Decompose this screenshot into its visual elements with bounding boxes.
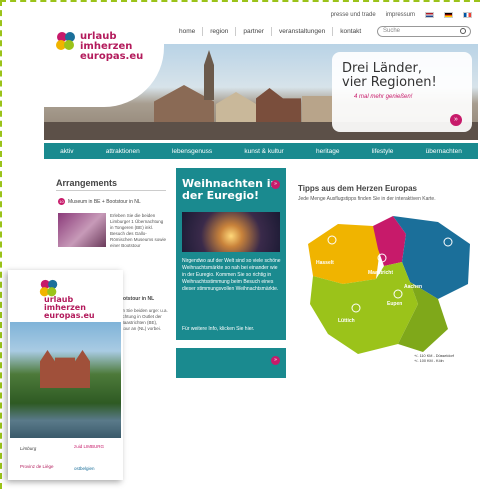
christmas-title: Weihnachten in der Euregio! (182, 177, 279, 202)
search-input[interactable]: Suche (377, 26, 471, 37)
christmas-more-link[interactable]: Für weitere Info, klicken Sie hier. (182, 326, 254, 332)
hero-subtitle: 4 mal mehr genießen! (354, 94, 413, 100)
arrangement-title[interactable]: 10 Museum in BE + Bootstour in NL (58, 198, 141, 205)
brochure-logo-text: urlaub imherzen europas.eu (44, 295, 95, 320)
search-placeholder: Suche (383, 28, 401, 34)
arrangement-number-badge: 10 (58, 198, 65, 205)
arrangement-text: Erleben Sie die beiden Limburge! 1 Übern… (110, 213, 167, 248)
cat-uebernachten[interactable]: übernachten (426, 148, 462, 155)
cat-kunst-kultur[interactable]: kunst & kultur (244, 148, 283, 155)
flag-de-icon[interactable] (444, 12, 453, 18)
castle-photo (10, 322, 121, 438)
partner-logo-ostbelgien: ostbelgien (74, 466, 95, 471)
partner-logo-limburg: Limburg (20, 446, 37, 451)
tips-subtitle: Jede Menge Ausflugstipps finden Sie in d… (298, 196, 436, 202)
partner-logo-liege: Provinz de Liège (20, 464, 54, 469)
cat-aktiv[interactable]: aktiv (60, 148, 73, 155)
nav-contact[interactable]: kontakt (333, 27, 368, 36)
cat-heritage[interactable]: heritage (316, 148, 340, 155)
cat-lebensgenuss[interactable]: lebensgenuss (172, 148, 212, 155)
press-link[interactable]: presse und trade (331, 12, 376, 18)
heart-leaves-icon (56, 32, 75, 50)
castle-shape (40, 350, 90, 388)
tips-heading: Tipps aus dem Herzen Europas (298, 184, 417, 193)
nav-events[interactable]: veranstaltungen (272, 27, 334, 36)
map-label-maastricht[interactable]: Maastricht (368, 270, 393, 276)
flag-nl-icon[interactable] (425, 12, 434, 18)
brochure-overlay: urlaub imherzen europas.eu Limburg zuid … (8, 270, 123, 480)
map-legend: +/- 110 KM - Düsseldorf +/- 100 KM - Köl… (414, 354, 454, 363)
arrangement-image[interactable] (58, 213, 106, 247)
arrangements-heading: Arrangements (56, 178, 118, 188)
flag-fr-icon[interactable] (463, 12, 472, 18)
hero-teaser[interactable]: Drei Länder, vier Regionen! 4 mal mehr g… (332, 52, 472, 132)
arrangement2-title[interactable]: ootstour in NL (120, 296, 154, 302)
nav-region[interactable]: region (203, 27, 237, 36)
teaser-arrow-icon[interactable]: » (271, 356, 280, 365)
arrangement2-text: en Sie beiden urge: u.a. achtung in Outl… (120, 308, 168, 331)
christmas-teaser[interactable]: Weihnachten in der Euregio! » Nirgendwo … (176, 168, 286, 340)
second-teaser[interactable]: » (176, 348, 286, 378)
utility-bar: presse und trade impressum (331, 12, 472, 18)
search-icon[interactable] (460, 28, 466, 34)
cat-attraktionen[interactable]: attraktionen (106, 148, 140, 155)
main-nav: home region partner veranstaltungen kont… (172, 27, 368, 36)
category-nav: aktiv attraktionen lebensgenuss kunst & … (44, 143, 478, 159)
map-label-aachen[interactable]: Aachen (404, 284, 422, 290)
church-tower-shape (204, 50, 214, 100)
impressum-link[interactable]: impressum (386, 12, 415, 18)
partner-logo-zuid-limburg: zuid LIMBURG (74, 444, 105, 449)
map-label-luettich[interactable]: Lüttich (338, 318, 355, 324)
nav-home[interactable]: home (172, 27, 204, 36)
christmas-text: Nirgendwo auf der Welt sind so viele sch… (182, 258, 281, 292)
christmas-market-image (182, 212, 280, 252)
divider (56, 190, 166, 191)
map-label-hasselt[interactable]: Hasselt (316, 260, 334, 266)
interactive-map[interactable] (298, 204, 476, 364)
hero-arrow-icon[interactable]: » (450, 114, 462, 126)
christmas-arrow-icon[interactable]: » (271, 180, 280, 189)
logo-text: urlaub imherzen europas.eu (80, 31, 144, 62)
partner-logos: Limburg zuid LIMBURG Provinz de Liège os… (12, 442, 120, 478)
nav-partner[interactable]: partner (236, 27, 272, 36)
hero-title: Drei Länder, vier Regionen! (342, 61, 437, 90)
cat-lifestyle[interactable]: lifestyle (372, 148, 394, 155)
map-label-eupen[interactable]: Eupen (387, 301, 402, 307)
